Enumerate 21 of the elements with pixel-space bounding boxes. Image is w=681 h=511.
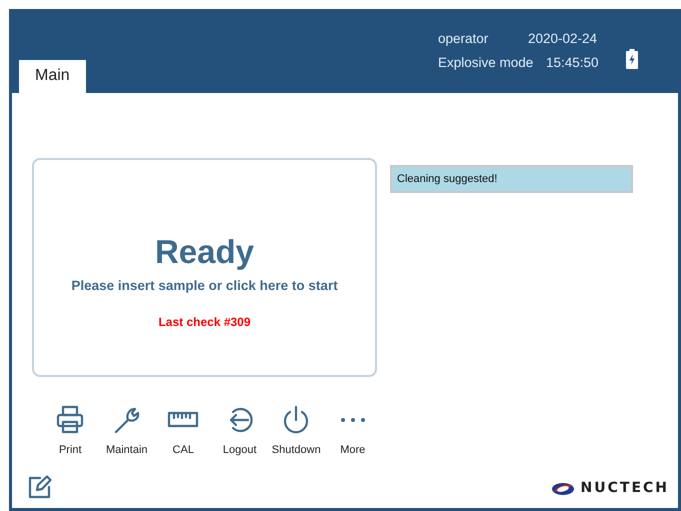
more-icon <box>340 418 365 422</box>
power-button[interactable]: Shutdown <box>268 404 324 458</box>
start-panel[interactable]: Ready Please insert sample or click here to start Last check #309 <box>32 158 377 377</box>
logo-icon <box>550 482 575 496</box>
mode-text: Explosive mode <box>438 54 534 72</box>
print-button[interactable]: Print <box>42 404 98 458</box>
battery-charging-icon <box>626 48 638 69</box>
ruler-button[interactable]: CAL <box>155 404 212 458</box>
edit-icon[interactable] <box>28 475 52 499</box>
date-text: 2020-02-24 <box>528 30 598 48</box>
user-name: operator <box>438 30 490 48</box>
status-title: Ready <box>154 232 254 272</box>
last-check-text: Last check #309 <box>158 314 251 331</box>
wrench-button[interactable]: Maintain <box>98 404 155 458</box>
logo-text: NUCTECH <box>580 479 669 498</box>
main-tab[interactable]: Main <box>19 60 86 93</box>
more-button[interactable]: More <box>324 404 381 458</box>
logout-button[interactable]: Logout <box>212 404 268 458</box>
time-text: 15:45:50 <box>546 54 599 72</box>
instruction-text: Please insert sample or click here to start <box>71 276 338 295</box>
notice-banner: Cleaning suggested! <box>390 165 633 193</box>
